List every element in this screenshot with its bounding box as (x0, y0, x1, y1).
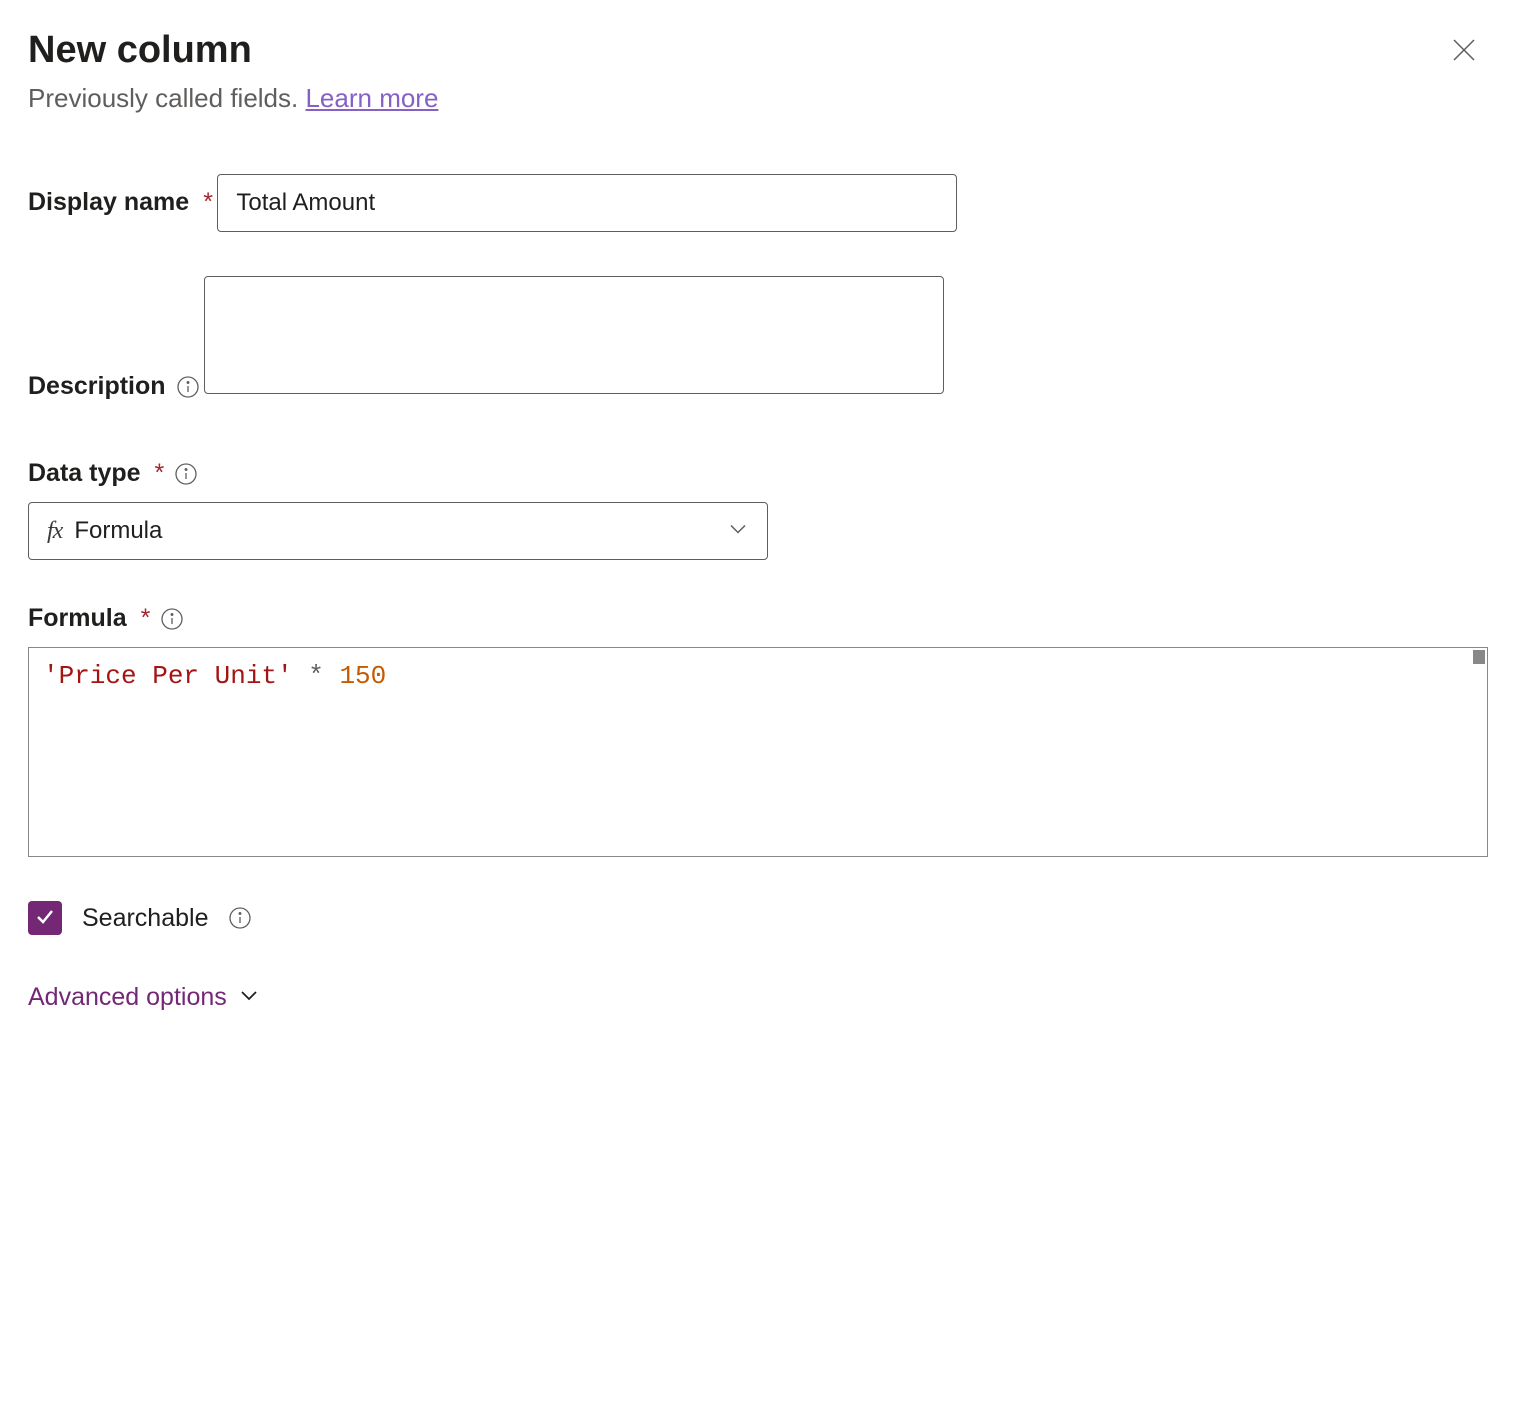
required-indicator: * (141, 604, 151, 633)
advanced-options-toggle[interactable]: Advanced options (28, 983, 1486, 1012)
subtitle-text: Previously called fields. (28, 83, 305, 113)
advanced-options-label: Advanced options (28, 983, 227, 1012)
description-label: Description (28, 372, 166, 401)
checkmark-icon (34, 905, 56, 932)
panel-title: New column (28, 28, 252, 74)
formula-operator-token: * (293, 661, 340, 691)
scrollbar-thumb[interactable] (1473, 650, 1485, 664)
data-type-value: Formula (74, 517, 162, 545)
info-icon[interactable] (228, 906, 252, 930)
data-type-select[interactable]: fx Formula (28, 502, 768, 560)
formula-string-token: 'Price Per Unit' (43, 661, 293, 691)
formula-editor[interactable]: 'Price Per Unit' * 150 (28, 647, 1488, 857)
required-indicator: * (155, 459, 165, 488)
learn-more-link[interactable]: Learn more (305, 83, 438, 113)
info-icon[interactable] (160, 607, 184, 631)
close-icon (1450, 36, 1478, 67)
info-icon[interactable] (176, 375, 200, 399)
description-input[interactable] (204, 276, 944, 394)
searchable-checkbox[interactable] (28, 901, 62, 935)
info-icon[interactable] (174, 462, 198, 486)
data-type-label: Data type (28, 459, 141, 488)
required-indicator: * (203, 188, 213, 217)
searchable-label: Searchable (82, 904, 208, 933)
formula-label: Formula (28, 604, 127, 633)
display-name-input[interactable] (217, 174, 957, 232)
panel-subtitle: Previously called fields. Learn more (28, 83, 1486, 114)
close-button[interactable] (1442, 28, 1486, 75)
chevron-down-icon (237, 983, 261, 1012)
display-name-label: Display name (28, 188, 189, 217)
formula-number-token: 150 (339, 661, 386, 691)
formula-fx-icon: fx (47, 518, 62, 545)
